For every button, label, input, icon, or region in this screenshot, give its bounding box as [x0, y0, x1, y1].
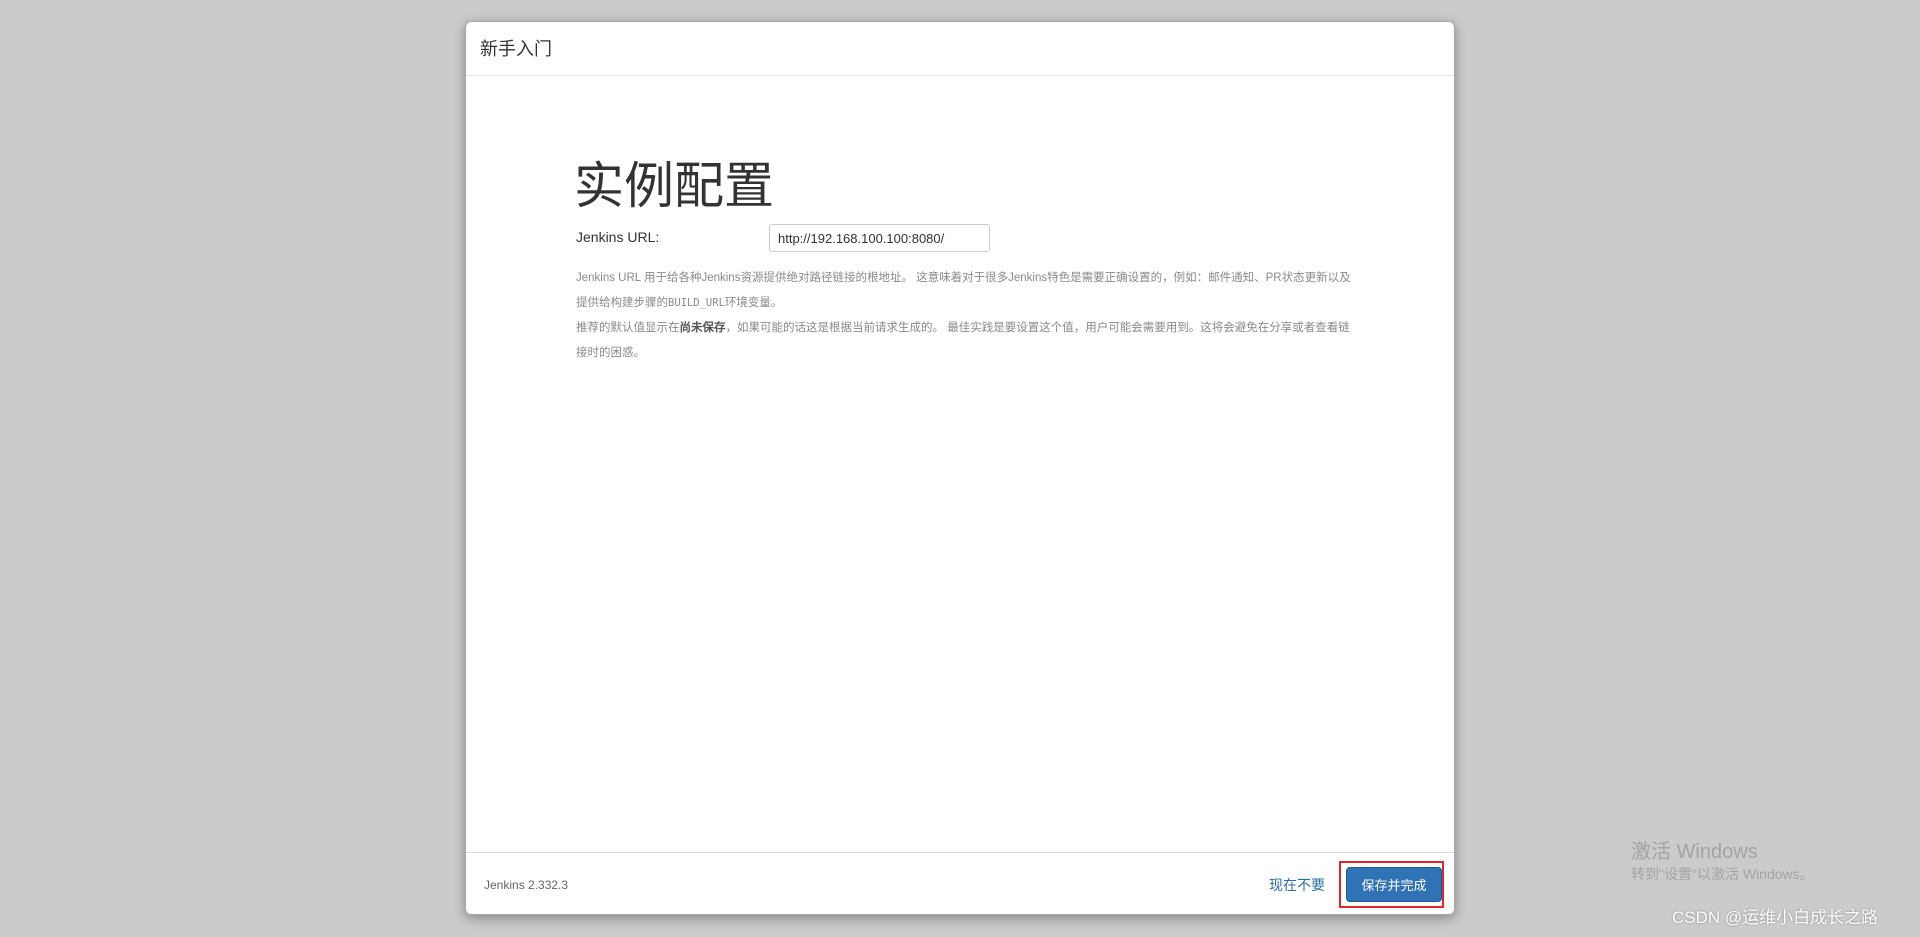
jenkins-url-input[interactable]: [769, 224, 990, 252]
setup-wizard-dialog: 新手入门 实例配置 Jenkins URL: Jenkins URL 用于给各种…: [465, 21, 1455, 915]
watermark-title: 激活 Windows: [1631, 841, 1758, 863]
dialog-header: 新手入门: [466, 22, 1454, 76]
url-help-text: Jenkins URL 用于给各种Jenkins资源提供绝对路径链接的根地址。 …: [576, 266, 1351, 366]
skip-button[interactable]: 现在不要: [1269, 875, 1325, 895]
windows-activation-watermark: 激活 Windows 转到"设置"以激活 Windows。: [1631, 840, 1814, 884]
help-p2-text: 推荐的默认值显示在: [576, 322, 680, 334]
save-and-finish-button[interactable]: 保存并完成: [1346, 867, 1442, 902]
jenkins-version: Jenkins 2.332.3: [484, 878, 569, 892]
page-heading: 实例配置: [574, 158, 774, 214]
not-saved-emphasis: 尚未保存: [679, 322, 726, 334]
help-p1-tail: 环境变量。: [724, 297, 783, 309]
watermark-subtitle: 转到"设置"以激活 Windows。: [1631, 866, 1814, 882]
dialog-title: 新手入门: [480, 39, 552, 59]
help-paragraph-2: 推荐的默认值显示在尚未保存，如果可能的话这是根据当前请求生成的。 最佳实践是要设…: [576, 316, 1351, 366]
dialog-body: 实例配置 Jenkins URL: Jenkins URL 用于给各种Jenki…: [466, 76, 1454, 874]
dialog-footer: Jenkins 2.332.3 现在不要 保存并完成: [466, 852, 1454, 914]
jenkins-url-label: Jenkins URL:: [576, 229, 660, 245]
build-url-code: BUILD_URL: [668, 297, 725, 309]
help-paragraph-1: Jenkins URL 用于给各种Jenkins资源提供绝对路径链接的根地址。 …: [576, 266, 1351, 316]
csdn-credit: CSDN @运维小白成长之路: [1672, 908, 1879, 927]
